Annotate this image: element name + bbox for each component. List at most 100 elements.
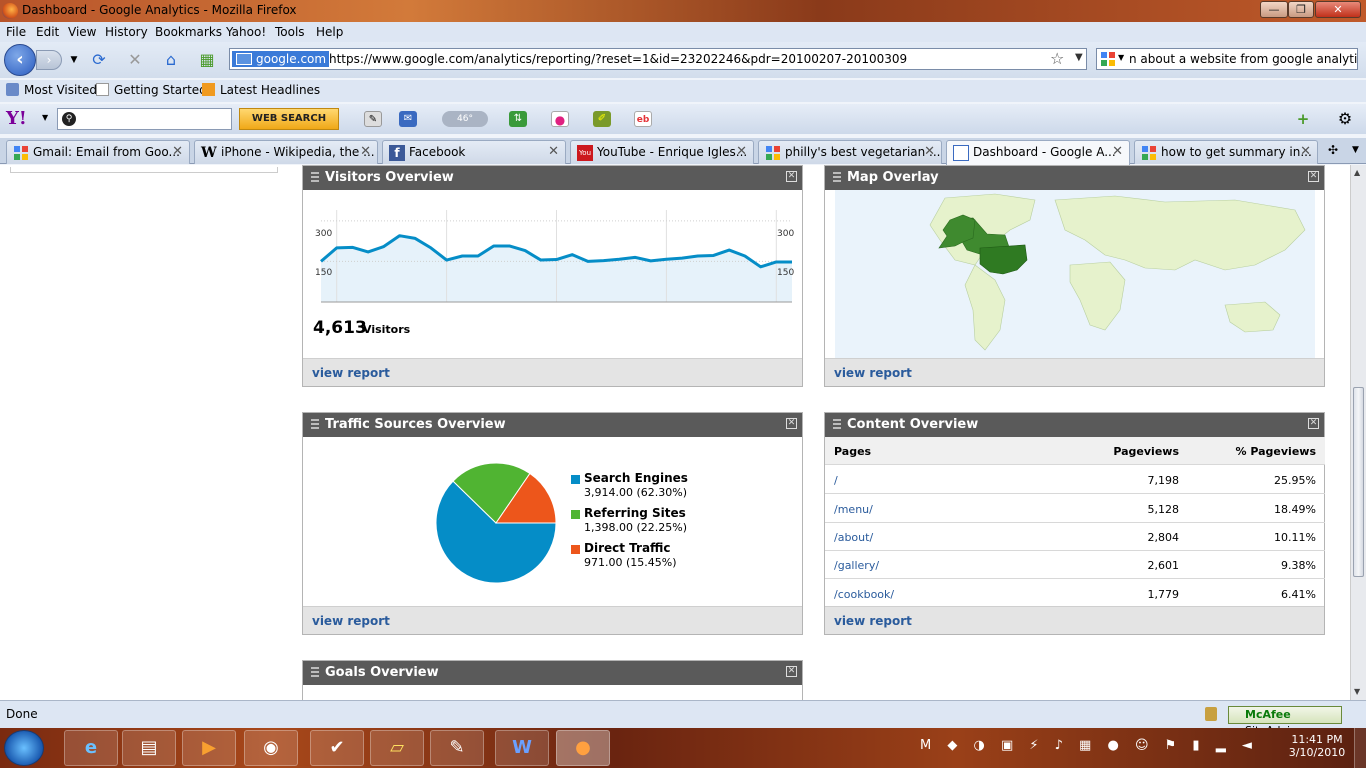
bookmark-most-visited[interactable]: Most Visited bbox=[6, 83, 97, 97]
page-link[interactable]: /about/ bbox=[834, 531, 873, 544]
media-player-icon[interactable]: ▶ bbox=[182, 730, 236, 766]
notepad-icon[interactable]: ✐ bbox=[593, 111, 611, 127]
tab-close-icon[interactable]: ✕ bbox=[360, 144, 371, 159]
tab-close-icon[interactable]: ✕ bbox=[172, 144, 183, 159]
drag-handle-icon[interactable] bbox=[311, 667, 319, 678]
forward-button[interactable]: › bbox=[36, 50, 62, 70]
url-bar[interactable]: google.com https://www.google.com/analyt… bbox=[229, 48, 1087, 70]
menu-file[interactable]: File bbox=[6, 25, 26, 39]
close-widget-icon[interactable]: ✕ bbox=[786, 666, 797, 677]
drag-handle-icon[interactable] bbox=[311, 172, 319, 183]
tab-wikipedia[interactable]: W iPhone - Wikipedia, the ... ✕ bbox=[194, 140, 378, 164]
weather-icon[interactable]: 46° bbox=[442, 111, 488, 127]
view-report-link[interactable]: view report bbox=[312, 366, 390, 380]
mcafee-siteadvisor-button[interactable]: McAfee SiteAdvisor bbox=[1228, 706, 1342, 737]
menu-bookmarks[interactable]: Bookmarks bbox=[155, 25, 222, 39]
scroll-up-icon[interactable]: ▲ bbox=[1354, 168, 1360, 177]
add-button-icon[interactable]: + bbox=[1294, 111, 1312, 127]
drag-handle-icon[interactable] bbox=[311, 419, 319, 430]
tab-close-icon[interactable]: ✕ bbox=[1300, 144, 1311, 159]
table-row: / 7,198 25.95% bbox=[825, 466, 1325, 494]
yahoo-dropdown-icon[interactable]: ▼ bbox=[42, 113, 48, 122]
menu-yahoo[interactable]: Yahoo! bbox=[226, 25, 266, 39]
close-widget-icon[interactable]: ✕ bbox=[1308, 418, 1319, 429]
close-button[interactable]: ✕ bbox=[1315, 1, 1361, 18]
vertical-scrollbar[interactable]: ▲ ▼ bbox=[1350, 165, 1366, 700]
ebay-icon[interactable]: eb bbox=[634, 111, 652, 127]
page-link[interactable]: /cookbook/ bbox=[834, 588, 894, 601]
close-widget-icon[interactable]: ✕ bbox=[786, 171, 797, 182]
sticky-notes-icon[interactable]: ▱ bbox=[370, 730, 424, 766]
firefox-taskbar-icon[interactable]: ● bbox=[556, 730, 610, 766]
close-widget-icon[interactable]: ✕ bbox=[1308, 171, 1319, 182]
clock[interactable]: 11:41 PM 3/10/2010 bbox=[1286, 733, 1348, 759]
start-button[interactable] bbox=[4, 730, 44, 766]
page-link[interactable]: /menu/ bbox=[834, 503, 873, 516]
site-identity-button[interactable]: google.com bbox=[232, 51, 330, 67]
back-button[interactable]: ‹ bbox=[4, 44, 36, 76]
maximize-button[interactable]: ❐ bbox=[1288, 1, 1314, 18]
system-tray[interactable]: M ◆ ◑ ▣ ⚡ ♪ ▦ ● ☺ ⚑ ▮ ▂ ◄ bbox=[920, 738, 1258, 753]
close-widget-icon[interactable]: ✕ bbox=[786, 418, 797, 429]
tab-strip: Gmail: Email from Goo... ✕ W iPhone - Wik… bbox=[0, 138, 1366, 165]
menu-edit[interactable]: Edit bbox=[36, 25, 59, 39]
tab-philly-vegetarian[interactable]: philly's best vegetarian ... ✕ bbox=[758, 140, 942, 164]
firefox-icon bbox=[2, 3, 18, 19]
menu-view[interactable]: View bbox=[68, 25, 96, 39]
drag-handle-icon[interactable] bbox=[833, 419, 841, 430]
flickr-icon[interactable]: ● bbox=[551, 111, 569, 127]
tab-youtube[interactable]: You YouTube - Enrique Igles... ✕ bbox=[570, 140, 754, 164]
history-dropdown-icon[interactable]: ▼ bbox=[64, 50, 84, 70]
checkmark-app-icon[interactable]: ✔ bbox=[310, 730, 364, 766]
page-link[interactable]: / bbox=[834, 474, 838, 487]
file-explorer-icon[interactable]: ▤ bbox=[122, 730, 176, 766]
menu-history[interactable]: History bbox=[105, 25, 148, 39]
search-input[interactable]: ▼ n about a website from google analytic… bbox=[1096, 48, 1358, 70]
tab-how-to-summary[interactable]: how to get summary in... ✕ bbox=[1134, 140, 1318, 164]
yahoo-search-input[interactable]: ⚲ bbox=[57, 108, 232, 130]
settings-gear-icon[interactable]: ⚙ bbox=[1336, 111, 1354, 127]
menu-tools[interactable]: Tools bbox=[275, 25, 305, 39]
hp-icon[interactable]: ◉ bbox=[244, 730, 298, 766]
new-tab-icon[interactable]: ✣ bbox=[1328, 143, 1338, 157]
search-engine-dropdown-icon[interactable]: ▼ bbox=[1118, 53, 1124, 62]
tab-list-dropdown-icon[interactable]: ▼ bbox=[1352, 145, 1359, 155]
bookmark-latest-headlines[interactable]: Latest Headlines bbox=[202, 83, 320, 97]
show-desktop-button[interactable] bbox=[1354, 728, 1366, 768]
google-search-icon[interactable] bbox=[1100, 51, 1116, 67]
web-search-button[interactable]: WEB SEARCH bbox=[239, 108, 339, 130]
tab-close-icon[interactable]: ✕ bbox=[548, 144, 559, 159]
drag-handle-icon[interactable] bbox=[833, 172, 841, 183]
world-map[interactable] bbox=[835, 190, 1315, 358]
view-report-link[interactable]: view report bbox=[834, 614, 912, 628]
scroll-down-icon[interactable]: ▼ bbox=[1354, 687, 1360, 696]
scrollbar-thumb[interactable] bbox=[1353, 387, 1364, 577]
minimize-button[interactable]: — bbox=[1260, 1, 1288, 18]
yahoo-app-icon[interactable]: ⇅ bbox=[509, 111, 527, 127]
tab-close-icon[interactable]: ✕ bbox=[736, 144, 747, 159]
yahoo-edit-icon[interactable]: ✎ bbox=[364, 111, 382, 127]
home-icon[interactable]: ⌂ bbox=[161, 50, 181, 70]
stop-icon[interactable]: ✕ bbox=[125, 50, 145, 70]
bookmark-addon-icon[interactable]: ▦ bbox=[197, 50, 217, 70]
bookmark-star-icon[interactable]: ☆ bbox=[1050, 49, 1064, 68]
url-dropdown-icon[interactable]: ▼ bbox=[1075, 52, 1083, 63]
word-icon[interactable]: W bbox=[495, 730, 549, 766]
reload-icon[interactable]: ⟳ bbox=[89, 50, 109, 70]
tab-facebook[interactable]: f Facebook ✕ bbox=[382, 140, 566, 164]
yahoo-logo[interactable]: Y! bbox=[6, 108, 27, 129]
tab-dashboard[interactable]: Dashboard - Google A... ✕ bbox=[946, 140, 1130, 165]
view-report-link[interactable]: view report bbox=[312, 614, 390, 628]
internet-explorer-icon[interactable]: e bbox=[64, 730, 118, 766]
menu-help[interactable]: Help bbox=[316, 25, 343, 39]
mail-icon[interactable]: ✉ bbox=[399, 111, 417, 127]
tab-close-icon[interactable]: ✕ bbox=[924, 144, 935, 159]
status-bar: Done McAfee SiteAdvisor bbox=[0, 700, 1366, 737]
tab-gmail[interactable]: Gmail: Email from Goo... ✕ bbox=[6, 140, 190, 164]
page-link[interactable]: /gallery/ bbox=[834, 559, 879, 572]
paint-icon[interactable]: ✎ bbox=[430, 730, 484, 766]
view-report-link[interactable]: view report bbox=[834, 366, 912, 380]
bookmark-getting-started[interactable]: Getting Started bbox=[96, 83, 207, 97]
padlock-icon[interactable] bbox=[1205, 707, 1217, 721]
tab-close-icon[interactable]: ✕ bbox=[1112, 144, 1123, 159]
